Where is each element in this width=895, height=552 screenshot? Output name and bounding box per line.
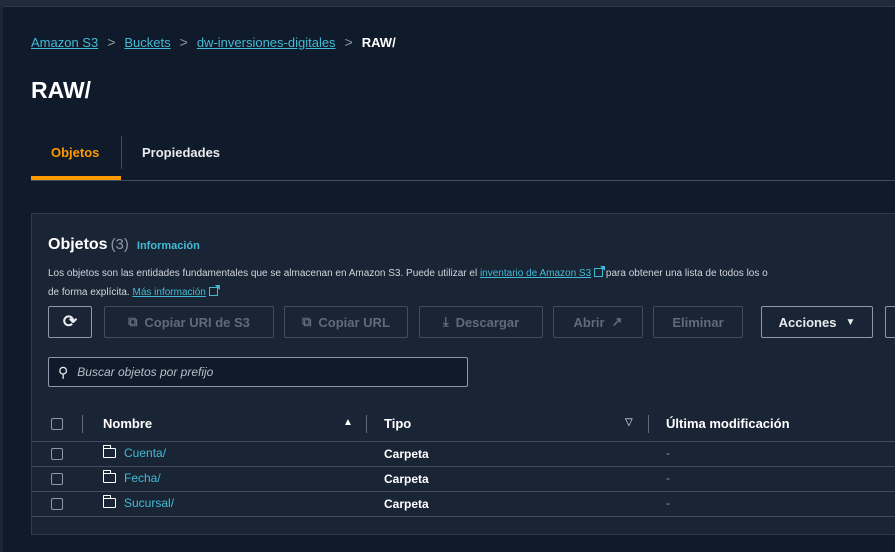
description-text-end: para obtener una lista de todos los o (603, 268, 768, 279)
inventory-link[interactable]: inventario de Amazon S3 (480, 268, 591, 279)
caret-down-icon: ▼ (845, 316, 856, 328)
search-icon: ⚲ (58, 363, 69, 380)
object-name-link[interactable]: Cuenta/ (124, 446, 166, 460)
column-ultima-modificacion[interactable]: Última modificación (666, 416, 790, 431)
breadcrumb-current: RAW/ (361, 34, 396, 50)
object-type: Carpeta (384, 472, 429, 486)
more-info-link[interactable]: Más información (132, 287, 205, 298)
delete-label: Eliminar (672, 314, 724, 330)
folder-icon (102, 495, 116, 508)
download-label: Descargar (455, 314, 520, 330)
row-checkbox[interactable] (51, 448, 63, 460)
object-modified: - (666, 446, 670, 460)
actions-dropdown[interactable]: Acciones ▼ (761, 306, 873, 338)
open-label: Abrir (573, 314, 605, 330)
objects-count: (3) (110, 236, 129, 253)
copy-url-label: Copiar URL (318, 314, 390, 330)
table-row[interactable]: Fecha/ Carpeta - (32, 467, 895, 492)
copy-icon: ⧉ (302, 314, 312, 329)
object-modified: - (666, 496, 670, 510)
folder-icon (102, 470, 116, 483)
column-divider (366, 415, 367, 433)
breadcrumb-bucket[interactable]: dw-inversiones-digitales (197, 35, 336, 50)
table-row[interactable]: Cuenta/ Carpeta - (32, 442, 895, 467)
chevron-right-icon: > (107, 34, 116, 50)
external-link-icon (594, 268, 604, 277)
left-edge (0, 6, 3, 552)
row-checkbox[interactable] (51, 473, 63, 485)
objects-title: Objetos (48, 236, 108, 253)
page-title: RAW/ (31, 77, 92, 103)
object-name-link[interactable]: Sucursal/ (124, 496, 174, 510)
table-row[interactable]: Sucursal/ Carpeta - (32, 492, 895, 517)
sort-icon[interactable]: ▽ (625, 417, 633, 428)
breadcrumb-amazon-s3[interactable]: Amazon S3 (31, 35, 98, 50)
column-nombre[interactable]: Nombre (103, 416, 152, 431)
tab-objetos[interactable]: Objetos (51, 145, 99, 160)
objects-header: Objetos (3) Información (48, 236, 200, 254)
object-type: Carpeta (384, 497, 429, 511)
select-all-checkbox[interactable] (51, 418, 63, 430)
breadcrumb: Amazon S3 > Buckets > dw-inversiones-dig… (31, 34, 396, 50)
info-link[interactable]: Información (137, 240, 200, 252)
objects-panel: Objetos (3) Información Los objetos son la… (31, 213, 895, 535)
copy-url-button[interactable]: ⧉ Copiar URL (284, 306, 408, 338)
external-link-icon: ↗ (611, 314, 623, 329)
sort-ascending-icon[interactable]: ▲ (343, 417, 353, 428)
object-name-link[interactable]: Fecha/ (124, 471, 161, 485)
refresh-icon: ⟳ (62, 312, 78, 331)
objects-table: Nombre ▲ Tipo ▽ Última modificación Cuen… (32, 407, 895, 517)
column-tipo[interactable]: Tipo (384, 416, 411, 431)
copy-uri-button[interactable]: ⧉ Copiar URI de S3 (104, 306, 274, 338)
tab-bar: Objetos Propiedades (31, 136, 895, 181)
external-link-icon (208, 287, 218, 296)
column-divider (648, 415, 649, 433)
table-header: Nombre ▲ Tipo ▽ Última modificación (32, 407, 895, 442)
description-text: Los objetos son las entidades fundamenta… (48, 268, 480, 279)
column-divider (82, 415, 83, 433)
active-tab-indicator (31, 176, 121, 180)
refresh-button[interactable]: ⟳ (48, 306, 92, 338)
breadcrumb-buckets[interactable]: Buckets (124, 35, 170, 50)
folder-icon (102, 445, 116, 458)
row-checkbox[interactable] (51, 498, 63, 510)
download-button[interactable]: ⤓ Descargar (419, 306, 543, 338)
copy-icon: ⧉ (128, 314, 138, 329)
open-button[interactable]: Abrir ↗ (553, 306, 643, 338)
object-type: Carpeta (384, 447, 429, 461)
actions-label: Acciones (778, 314, 837, 330)
top-bar (0, 0, 895, 7)
objects-description: Los objetos son las entidades fundamenta… (48, 264, 895, 302)
download-icon: ⤓ (442, 314, 449, 329)
tab-propiedades[interactable]: Propiedades (142, 145, 220, 160)
chevron-right-icon: > (179, 34, 188, 50)
description-line2: de forma explícita. (48, 287, 133, 298)
more-toolbar-button[interactable] (885, 306, 895, 338)
copy-uri-label: Copiar URI de S3 (144, 314, 250, 330)
chevron-right-icon: > (344, 34, 353, 50)
object-modified: - (666, 471, 670, 485)
delete-button[interactable]: Eliminar (653, 306, 743, 338)
tab-divider (121, 136, 122, 169)
search-input[interactable] (75, 364, 460, 380)
search-box: ⚲ (48, 357, 468, 387)
